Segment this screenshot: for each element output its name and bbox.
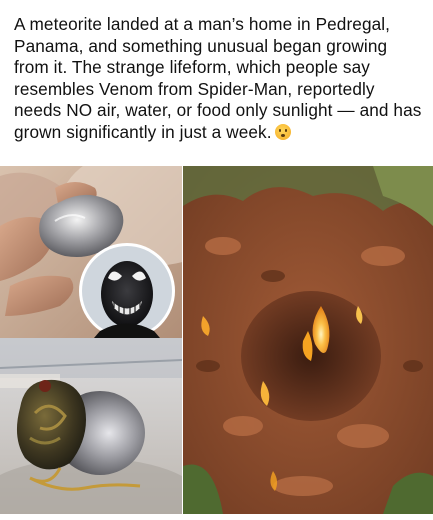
flushed-face-emoji-icon xyxy=(274,123,291,140)
photo-hand-holding-silver-rock xyxy=(0,166,182,338)
post-caption: A meteorite landed at a man’s home in Pe… xyxy=(14,14,422,144)
photo-burning-hole-in-soil xyxy=(183,166,433,514)
photo-rock-with-growth xyxy=(0,338,182,514)
caption-text: A meteorite landed at a man’s home in Pe… xyxy=(14,14,422,142)
